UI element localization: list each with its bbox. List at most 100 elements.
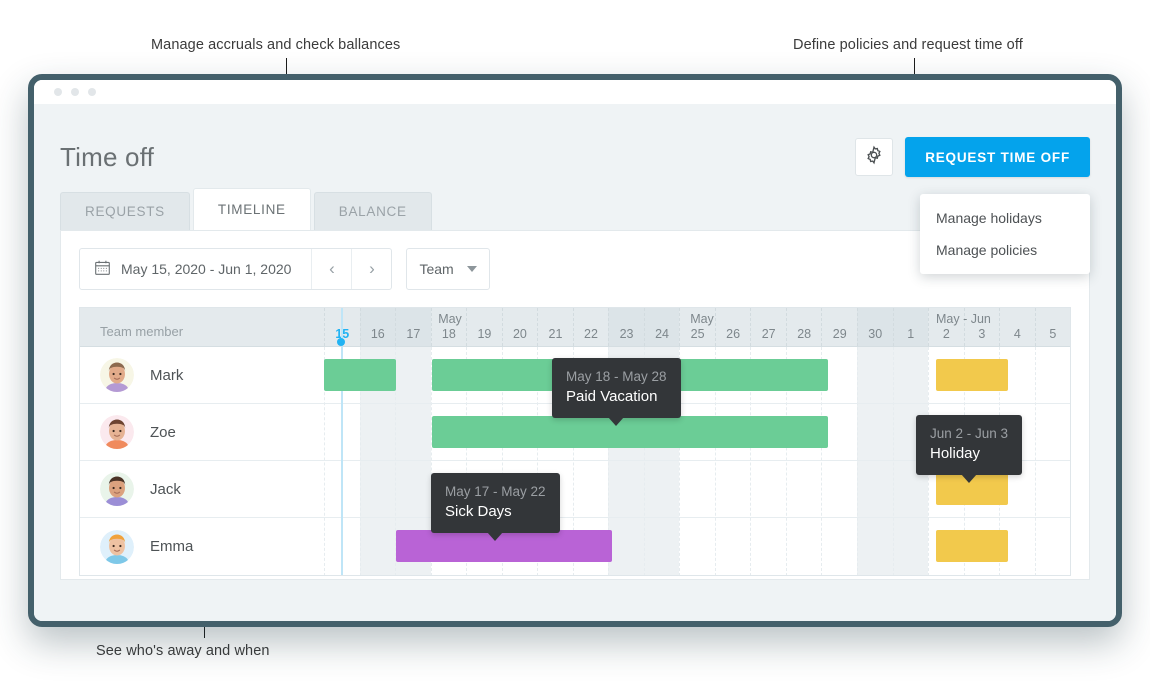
annotation-balance-text: Manage accruals and check ballances: [151, 37, 400, 53]
today-marker-dot: [337, 338, 345, 346]
avatar: [100, 472, 134, 506]
day-number: 20: [513, 327, 527, 341]
screenshot-root: Manage accruals and check ballances Defi…: [0, 0, 1150, 699]
timeline-bar[interactable]: [936, 359, 1008, 391]
date-prev-button[interactable]: ‹: [311, 249, 351, 289]
member-cell: Jack: [80, 472, 324, 506]
team-select[interactable]: Team: [406, 248, 490, 290]
timeline-header: Team member 1516171819202122232425262728…: [80, 308, 1070, 347]
day-number: 1: [907, 327, 914, 341]
member-name: Emma: [150, 538, 193, 555]
avatar: [100, 358, 134, 392]
tooltip-date: May 18 - May 28: [566, 367, 667, 386]
day-number: 27: [762, 327, 776, 341]
date-range-control: May 15, 2020 - Jun 1, 2020 ‹ ›: [79, 248, 392, 290]
day-column-26: 26: [715, 308, 751, 346]
day-number: 3: [978, 327, 985, 341]
day-column-19: 19: [466, 308, 502, 346]
day-column-29: 29: [821, 308, 857, 346]
request-time-off-button[interactable]: REQUEST TIME OFF: [905, 137, 1090, 177]
member-name: Mark: [150, 367, 183, 384]
day-column-22: 22: [573, 308, 609, 346]
calendar-icon: [94, 259, 111, 279]
page-header: Time off REQUEST TIME OFF: [56, 104, 1094, 190]
date-range-button[interactable]: May 15, 2020 - Jun 1, 2020: [80, 249, 311, 289]
settings-dropdown-menu: Manage holidays Manage policies: [920, 194, 1090, 274]
day-column-18: 18: [431, 308, 467, 346]
window-dot-maximize[interactable]: [88, 88, 96, 96]
day-column-5: 5: [1035, 308, 1071, 346]
day-column-23: 23: [608, 308, 644, 346]
day-number: 4: [1014, 327, 1021, 341]
today-marker-line: [341, 308, 343, 575]
day-column-1: 1: [893, 308, 929, 346]
tab-balance[interactable]: BALANCE: [314, 192, 432, 230]
tooltip-title: Paid Vacation: [566, 386, 667, 407]
day-number: 16: [371, 327, 385, 341]
member-cell: Zoe: [80, 415, 324, 449]
day-number: 2: [943, 327, 950, 341]
window-titlebar: [34, 80, 1116, 104]
member-cell: Emma: [80, 530, 324, 564]
avatar: [100, 530, 134, 564]
member-name: Zoe: [150, 424, 176, 441]
day-number: 28: [797, 327, 811, 341]
date-next-button[interactable]: ›: [351, 249, 391, 289]
avatar: [100, 415, 134, 449]
tooltip-paid-vacation: May 18 - May 28Paid Vacation: [552, 358, 681, 418]
day-column-4: 4: [999, 308, 1035, 346]
timeline-row: Emma: [80, 518, 1070, 575]
day-number: 26: [726, 327, 740, 341]
day-number: 19: [477, 327, 491, 341]
day-number: 21: [549, 327, 563, 341]
day-column-16: 16: [360, 308, 396, 346]
settings-button[interactable]: [855, 138, 893, 176]
day-column-30: 30: [857, 308, 893, 346]
tooltip-holiday: Jun 2 - Jun 3Holiday: [916, 415, 1022, 475]
page-title: Time off: [60, 142, 154, 173]
tooltip-date: May 17 - May 22: [445, 482, 546, 501]
day-number: 30: [868, 327, 882, 341]
tooltip-arrow: [608, 417, 624, 426]
annotation-timeline-text: See who's away and when: [96, 643, 270, 659]
day-number: 18: [442, 327, 456, 341]
chevron-down-icon: [467, 266, 477, 272]
day-column-2: 2: [928, 308, 964, 346]
team-member-column-header: Team member: [100, 324, 183, 339]
gear-icon: [864, 145, 884, 170]
annotation-policies-text: Define policies and request time off: [793, 37, 1023, 53]
day-number: 29: [833, 327, 847, 341]
timeline-bar[interactable]: [324, 359, 396, 391]
tooltip-sick-days: May 17 - May 22Sick Days: [431, 473, 560, 533]
tooltip-arrow: [487, 532, 503, 541]
team-select-label: Team: [419, 261, 453, 277]
menu-item-manage-holidays[interactable]: Manage holidays: [920, 202, 1090, 234]
day-column-17: 17: [395, 308, 431, 346]
tooltip-date: Jun 2 - Jun 3: [930, 424, 1008, 443]
menu-item-manage-policies[interactable]: Manage policies: [920, 234, 1090, 266]
window-dot-close[interactable]: [54, 88, 62, 96]
day-number: 17: [406, 327, 420, 341]
day-number: 23: [620, 327, 634, 341]
timeline-bar[interactable]: [936, 530, 1008, 562]
window-dot-minimize[interactable]: [71, 88, 79, 96]
date-range-label: May 15, 2020 - Jun 1, 2020: [121, 261, 291, 277]
day-column-20: 20: [502, 308, 538, 346]
header-actions: REQUEST TIME OFF: [855, 137, 1090, 177]
timeline-bar[interactable]: [432, 416, 828, 448]
day-number: 22: [584, 327, 598, 341]
day-column-21: 21: [537, 308, 573, 346]
day-number: 5: [1049, 327, 1056, 341]
tooltip-title: Sick Days: [445, 501, 546, 522]
day-column-27: 27: [750, 308, 786, 346]
tab-requests[interactable]: REQUESTS: [60, 192, 190, 230]
timeline-bar[interactable]: [396, 530, 612, 562]
tooltip-arrow: [961, 474, 977, 483]
day-number: 25: [691, 327, 705, 341]
day-number: 24: [655, 327, 669, 341]
day-column-3: 3: [964, 308, 1000, 346]
tooltip-title: Holiday: [930, 443, 1008, 464]
member-name: Jack: [150, 481, 181, 498]
tab-timeline[interactable]: TIMELINE: [193, 188, 311, 230]
day-column-28: 28: [786, 308, 822, 346]
